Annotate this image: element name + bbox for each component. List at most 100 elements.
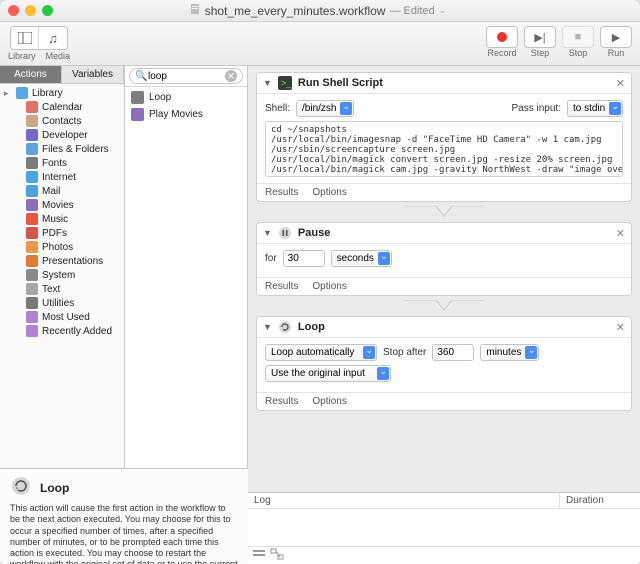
sidebar-item-photos[interactable]: Photos — [0, 240, 124, 254]
actions-list-column: 🔍 ✕ LoopPlay Movies — [125, 66, 248, 468]
category-icon — [26, 227, 38, 239]
log-view-list-icon[interactable] — [252, 548, 266, 563]
sidebar-item-pdfs[interactable]: PDFs — [0, 226, 124, 240]
window-title: shot_me_every_minutes.workflow — [205, 4, 386, 18]
automator-window: shot_me_every_minutes.workflow — Edited … — [0, 0, 640, 564]
step-label: Step — [531, 48, 550, 58]
category-icon — [26, 311, 38, 323]
log-col-log[interactable]: Log — [248, 493, 560, 508]
info-title: Loop — [40, 481, 69, 495]
options-tab[interactable]: Options — [312, 187, 346, 198]
category-icon — [26, 255, 38, 267]
pause-unit-select[interactable]: seconds — [331, 250, 392, 267]
sidebar-item-developer[interactable]: Developer — [0, 128, 124, 142]
close-window-button[interactable] — [8, 5, 19, 16]
category-icon — [26, 269, 38, 281]
log-col-duration[interactable]: Duration — [560, 493, 640, 508]
zoom-window-button[interactable] — [42, 5, 53, 16]
sidebar-item-label: Photos — [42, 242, 73, 253]
stop-button[interactable]: ■ — [562, 26, 594, 48]
tab-variables[interactable]: Variables — [62, 66, 124, 84]
sidebar-item-files-folders[interactable]: Files & Folders — [0, 142, 124, 156]
sidebar-item-label: Recently Added — [42, 326, 112, 337]
action-connector — [256, 206, 632, 218]
library-toggle-button[interactable] — [11, 27, 39, 49]
category-icon — [26, 185, 38, 197]
record-button[interactable] — [486, 26, 518, 48]
sidebar-item-text[interactable]: Text — [0, 282, 124, 296]
sidebar-item-music[interactable]: Music — [0, 212, 124, 226]
step-button[interactable]: ▶| — [524, 26, 556, 48]
remove-action-button[interactable]: ✕ — [616, 227, 625, 240]
results-tab[interactable]: Results — [265, 396, 298, 407]
svg-text:>_: >_ — [281, 78, 292, 88]
disclose-icon: ▸ — [4, 88, 12, 99]
sidebar-item-movies[interactable]: Movies — [0, 198, 124, 212]
info-description: This action will cause the first action … — [10, 503, 238, 564]
tab-actions[interactable]: Actions — [0, 66, 62, 84]
pause-value-input[interactable] — [283, 250, 325, 267]
log-panel: Log Duration — [248, 492, 640, 564]
sidebar-item-label: Developer — [42, 130, 88, 141]
category-icon — [26, 213, 38, 225]
sidebar-item-fonts[interactable]: Fonts — [0, 156, 124, 170]
results-tab[interactable]: Results — [265, 187, 298, 198]
action-icon — [131, 91, 144, 104]
action-run-shell-script: ▼ >_ Run Shell Script ✕ Shell: /bin/zsh … — [256, 72, 632, 202]
sidebar-item-utilities[interactable]: Utilities — [0, 296, 124, 310]
title-chevron-icon[interactable]: ⌄ — [439, 5, 447, 16]
result-label: Play Movies — [149, 109, 203, 120]
results-tab[interactable]: Results — [265, 281, 298, 292]
stop-label: Stop — [569, 48, 588, 58]
sidebar-item-contacts[interactable]: Contacts — [0, 114, 124, 128]
remove-action-button[interactable]: ✕ — [616, 321, 625, 334]
sidebar-item-system[interactable]: System — [0, 268, 124, 282]
media-toggle-button[interactable]: ♫ — [39, 27, 67, 49]
loop-input-select[interactable]: Use the original input — [265, 365, 391, 382]
passinput-label: Pass input: — [512, 103, 561, 114]
category-icon — [26, 115, 38, 127]
sidebar-item-label: System — [42, 270, 75, 281]
shell-script-textarea[interactable]: cd ~/snapshots /usr/local/bin/imagesnap … — [265, 121, 623, 177]
run-button[interactable]: ▶ — [600, 26, 632, 48]
result-item-play-movies[interactable]: Play Movies — [129, 106, 243, 123]
disclosure-icon[interactable]: ▼ — [263, 78, 272, 88]
run-label: Run — [608, 48, 625, 58]
sidebar-item-library[interactable]: ▸Library — [0, 86, 124, 100]
sidebar-item-presentations[interactable]: Presentations — [0, 254, 124, 268]
result-item-loop[interactable]: Loop — [129, 89, 243, 106]
category-icon — [26, 101, 38, 113]
category-icon — [26, 283, 38, 295]
sidebar-item-label: Contacts — [42, 116, 81, 127]
sidebar-item-internet[interactable]: Internet — [0, 170, 124, 184]
category-icon — [26, 297, 38, 309]
log-view-flow-icon[interactable] — [270, 548, 284, 563]
action-icon — [131, 108, 144, 121]
options-tab[interactable]: Options — [312, 396, 346, 407]
stopafter-value-input[interactable] — [432, 344, 474, 361]
sidebar-item-label: Calendar — [42, 102, 83, 113]
loop-mode-select[interactable]: Loop automatically — [265, 344, 377, 361]
sidebar-item-calendar[interactable]: Calendar — [0, 100, 124, 114]
category-icon — [26, 171, 38, 183]
sidebar-item-label: Presentations — [42, 256, 103, 267]
remove-action-button[interactable]: ✕ — [616, 77, 625, 90]
action-loop: ▼ Loop ✕ Loop automatically Stop after m… — [256, 316, 632, 411]
disclosure-icon[interactable]: ▼ — [263, 228, 272, 238]
options-tab[interactable]: Options — [312, 281, 346, 292]
loop-info-icon — [10, 475, 32, 500]
window-controls — [8, 5, 53, 16]
sidebar-item-label: PDFs — [42, 228, 67, 239]
minimize-window-button[interactable] — [25, 5, 36, 16]
sidebar-item-mail[interactable]: Mail — [0, 184, 124, 198]
shell-select[interactable]: /bin/zsh — [296, 100, 354, 117]
stopafter-unit-select[interactable]: minutes — [480, 344, 539, 361]
sidebar-item-recently-added[interactable]: Recently Added — [0, 324, 124, 338]
clear-search-button[interactable]: ✕ — [225, 70, 237, 82]
sidebar-item-label: Fonts — [42, 158, 67, 169]
sidebar-item-most-used[interactable]: Most Used — [0, 310, 124, 324]
passinput-select[interactable]: to stdin — [567, 100, 623, 117]
category-icon — [26, 157, 38, 169]
disclosure-icon[interactable]: ▼ — [263, 322, 272, 332]
category-icon — [26, 241, 38, 253]
